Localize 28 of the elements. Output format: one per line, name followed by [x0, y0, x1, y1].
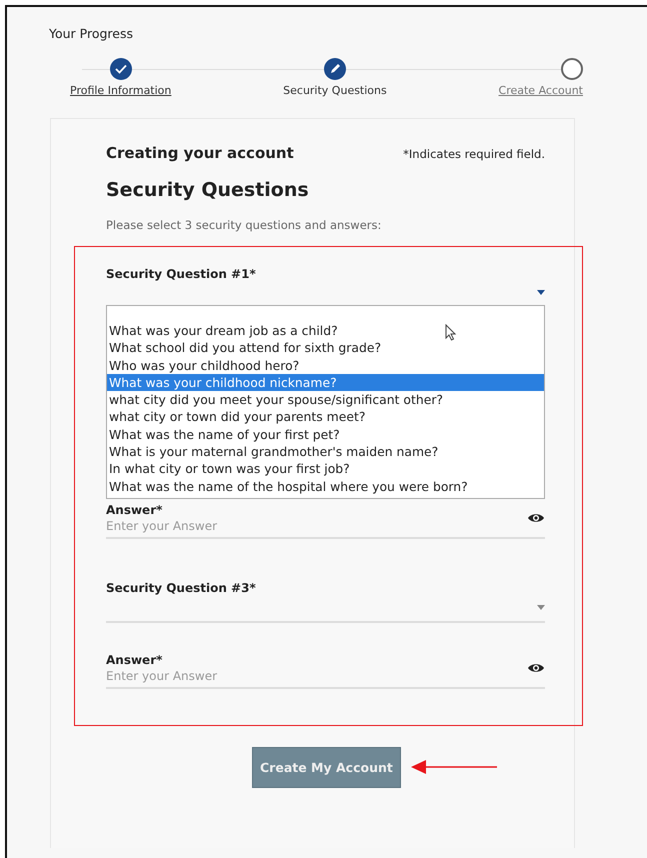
step-label[interactable]: Create Account [498, 84, 583, 97]
dropdown-option[interactable]: What was your childhood nickname? [107, 374, 544, 392]
required-note: *Indicates required field. [403, 147, 545, 161]
field-label: Answer* [106, 502, 164, 517]
dropdown-option[interactable]: What was the name of your first pet? [107, 426, 544, 444]
dropdown-option[interactable]: Who was your childhood hero? [107, 356, 544, 374]
eye-icon[interactable] [527, 512, 545, 524]
arrow-icon [410, 760, 498, 774]
step-label[interactable]: Profile Information [70, 84, 172, 97]
caret-icon [537, 290, 545, 294]
step-label: Security Questions [283, 84, 387, 97]
dropdown-option[interactable]: what city or town did your parents meet? [107, 408, 544, 426]
form-heading: Creating your account [106, 144, 294, 162]
field-label: Security Question #1* [106, 267, 257, 281]
dropdown-option[interactable]: What was the name of the hospital where you were born? [107, 478, 544, 495]
field-label: Answer* [106, 652, 164, 667]
dropdown-option[interactable]: what city did you meet your spouse/significant other? [107, 391, 544, 408]
progress-title: Your Progress [48, 25, 134, 41]
section-title: Security Questions [106, 179, 310, 201]
caret-icon [537, 605, 545, 610]
dropdown-option[interactable]: What was your dream job as a child? [107, 322, 544, 340]
instruction-text: Please select 3 security questions and answers: [106, 218, 382, 232]
dropdown-option[interactable]: What is your maternal grandmother's maiden name? [107, 443, 544, 460]
dropdown-option[interactable]: What school did you attend for sixth grade? [107, 339, 544, 357]
eye-icon[interactable] [527, 662, 545, 674]
dropdown-option[interactable]: In what city or town was your first job? [107, 460, 544, 478]
cursor-icon [445, 324, 457, 341]
field-label: Security Question #3* [106, 580, 257, 595]
